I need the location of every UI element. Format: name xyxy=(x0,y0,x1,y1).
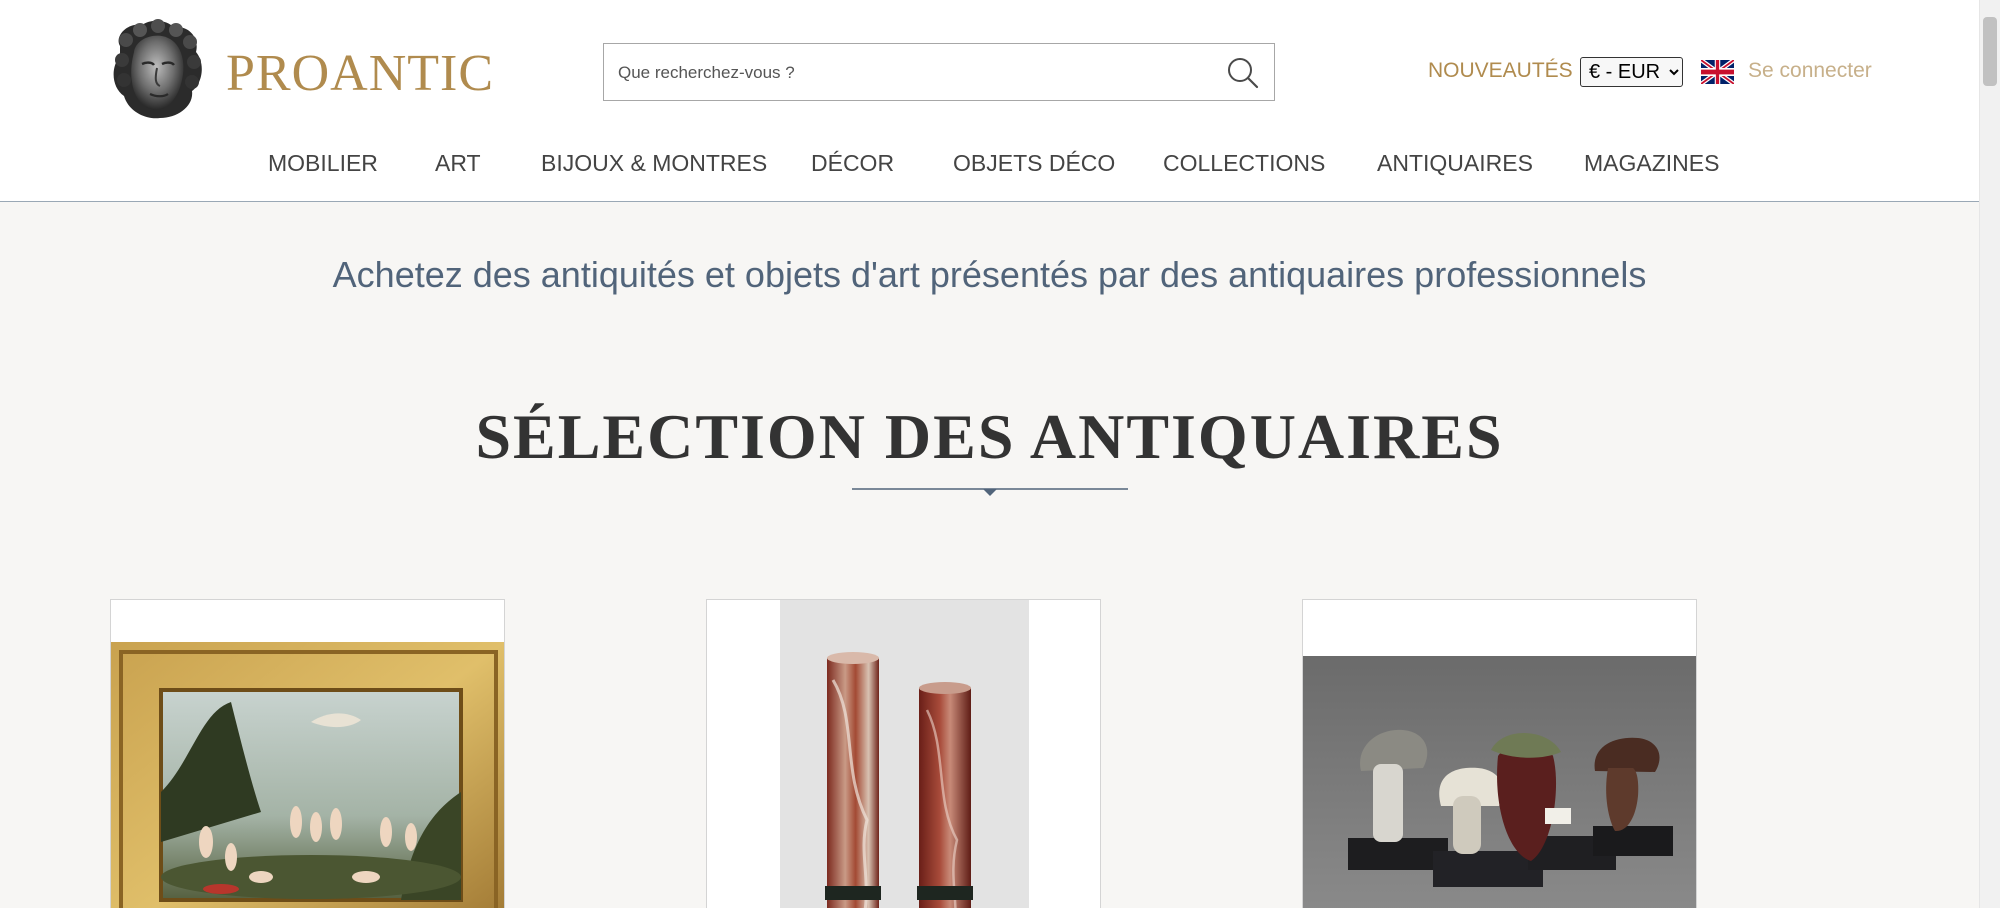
vertical-scrollbar[interactable] xyxy=(1979,0,2000,908)
search-input[interactable] xyxy=(616,56,1200,90)
nav-item-antiquaires[interactable]: ANTIQUAIRES xyxy=(1377,150,1533,177)
uk-flag-icon[interactable] xyxy=(1701,60,1734,84)
nav-item-mobilier[interactable]: MOBILIER xyxy=(268,150,378,177)
product-card-painting[interactable] xyxy=(110,599,505,908)
product-card-columns[interactable] xyxy=(706,599,1101,908)
hero-tagline: Achetez des antiquités et objets d'art p… xyxy=(332,254,1647,295)
columns-image xyxy=(707,600,1100,908)
section-title: SÉLECTION DES ANTIQUAIRES xyxy=(475,401,1504,472)
search-icon[interactable] xyxy=(1226,56,1260,90)
title-divider xyxy=(852,488,1128,496)
painting-image xyxy=(111,642,504,908)
scrollbar-thumb[interactable] xyxy=(1983,17,1997,86)
nav-item-magazines[interactable]: MAGAZINES xyxy=(1584,150,1719,177)
brand-name: PROANTIC xyxy=(226,45,495,102)
classical-head-sculpture-icon xyxy=(113,19,202,119)
mushrooms-image xyxy=(1303,656,1696,908)
nav-item-objets-deco[interactable]: OBJETS DÉCO xyxy=(953,150,1115,177)
login-link[interactable]: Se connecter xyxy=(1748,59,1872,83)
nav-item-decor[interactable]: DÉCOR xyxy=(811,150,894,177)
nav-item-art[interactable]: ART xyxy=(435,150,481,177)
nav-item-collections[interactable]: COLLECTIONS xyxy=(1163,150,1325,177)
currency-select[interactable]: € - EUR xyxy=(1580,57,1683,87)
page: PROANTIC NOUVEAUTÉS € - EUR Se connecter… xyxy=(0,0,2000,908)
main-nav: MOBILIER ART BIJOUX & MONTRES DÉCOR OBJE… xyxy=(0,150,1979,180)
search-box xyxy=(603,43,1275,101)
nav-item-bijoux-montres[interactable]: BIJOUX & MONTRES xyxy=(541,150,767,177)
site-header: PROANTIC NOUVEAUTÉS € - EUR Se connecter… xyxy=(0,0,1979,202)
product-card-mushrooms[interactable] xyxy=(1302,599,1697,908)
logo-link[interactable]: PROANTIC xyxy=(108,18,493,128)
new-arrivals-link[interactable]: NOUVEAUTÉS xyxy=(1428,59,1573,83)
